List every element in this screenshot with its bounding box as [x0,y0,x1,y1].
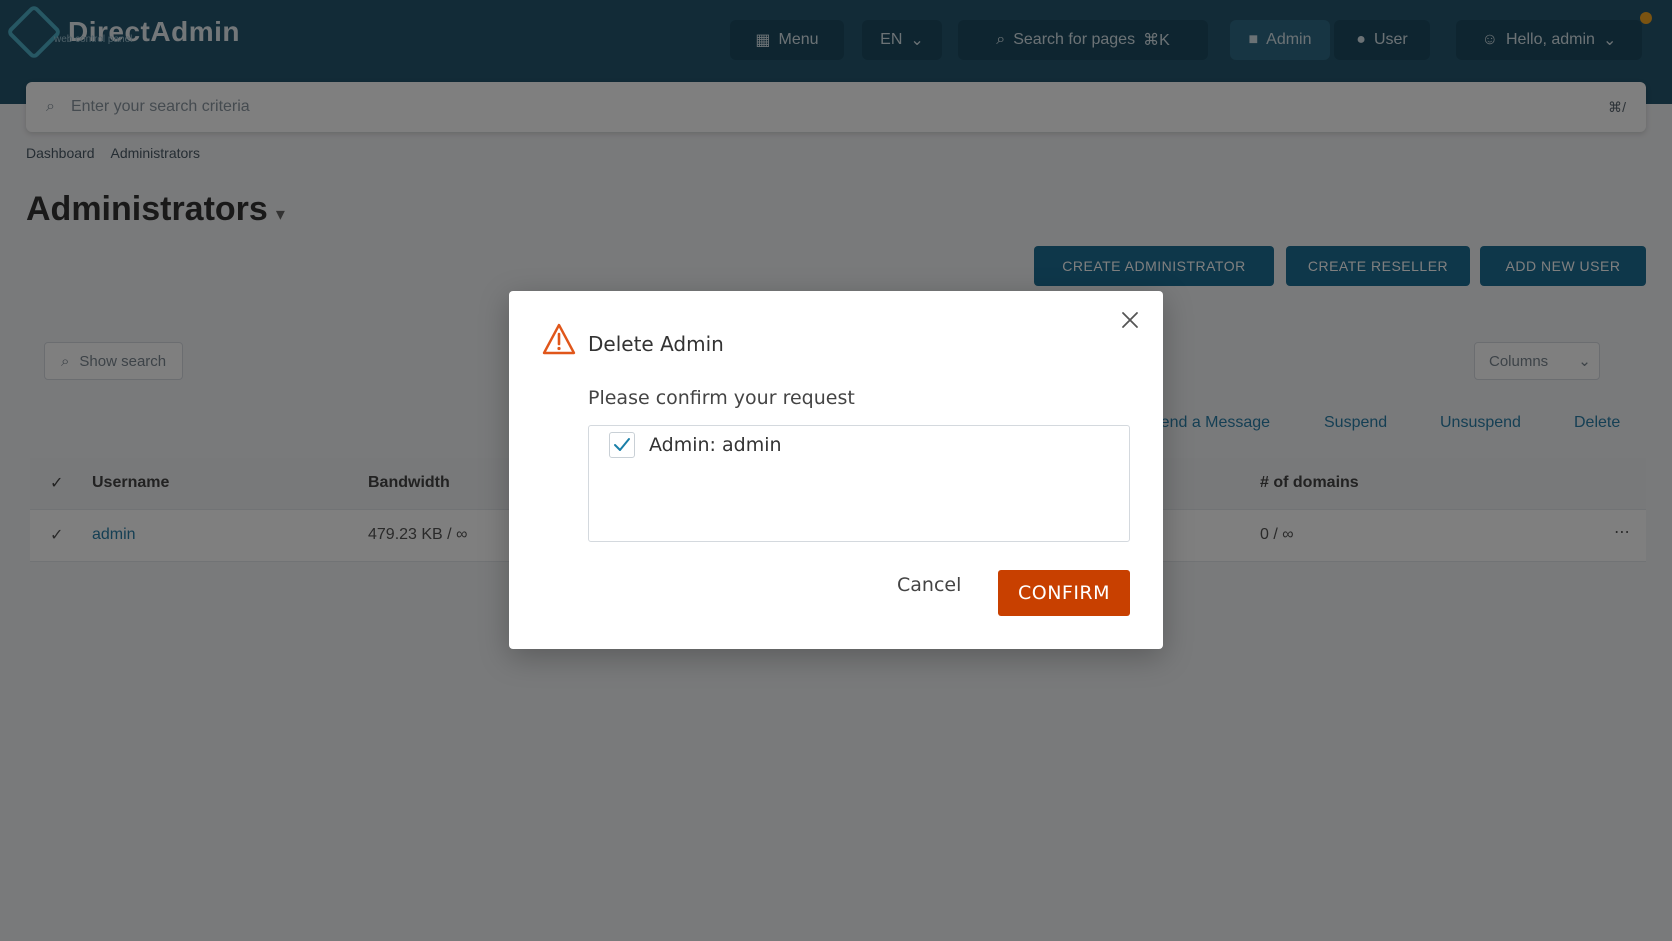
delete-admin-dialog: Delete Admin Please confirm your request… [509,291,1163,649]
confirm-items-list: Admin: admin [588,425,1130,542]
close-icon [1122,312,1138,328]
confirm-button[interactable]: CONFIRM [998,570,1130,616]
close-button[interactable] [1115,305,1145,335]
checkmark-icon [614,438,630,451]
item-checkbox[interactable] [609,432,635,458]
dialog-subtitle: Please confirm your request [588,387,855,409]
list-item: Admin: admin [609,431,782,459]
cancel-button[interactable]: Cancel [887,570,971,600]
warning-icon [542,323,576,355]
item-label: Admin: admin [649,434,782,456]
dialog-title: Delete Admin [588,332,724,356]
